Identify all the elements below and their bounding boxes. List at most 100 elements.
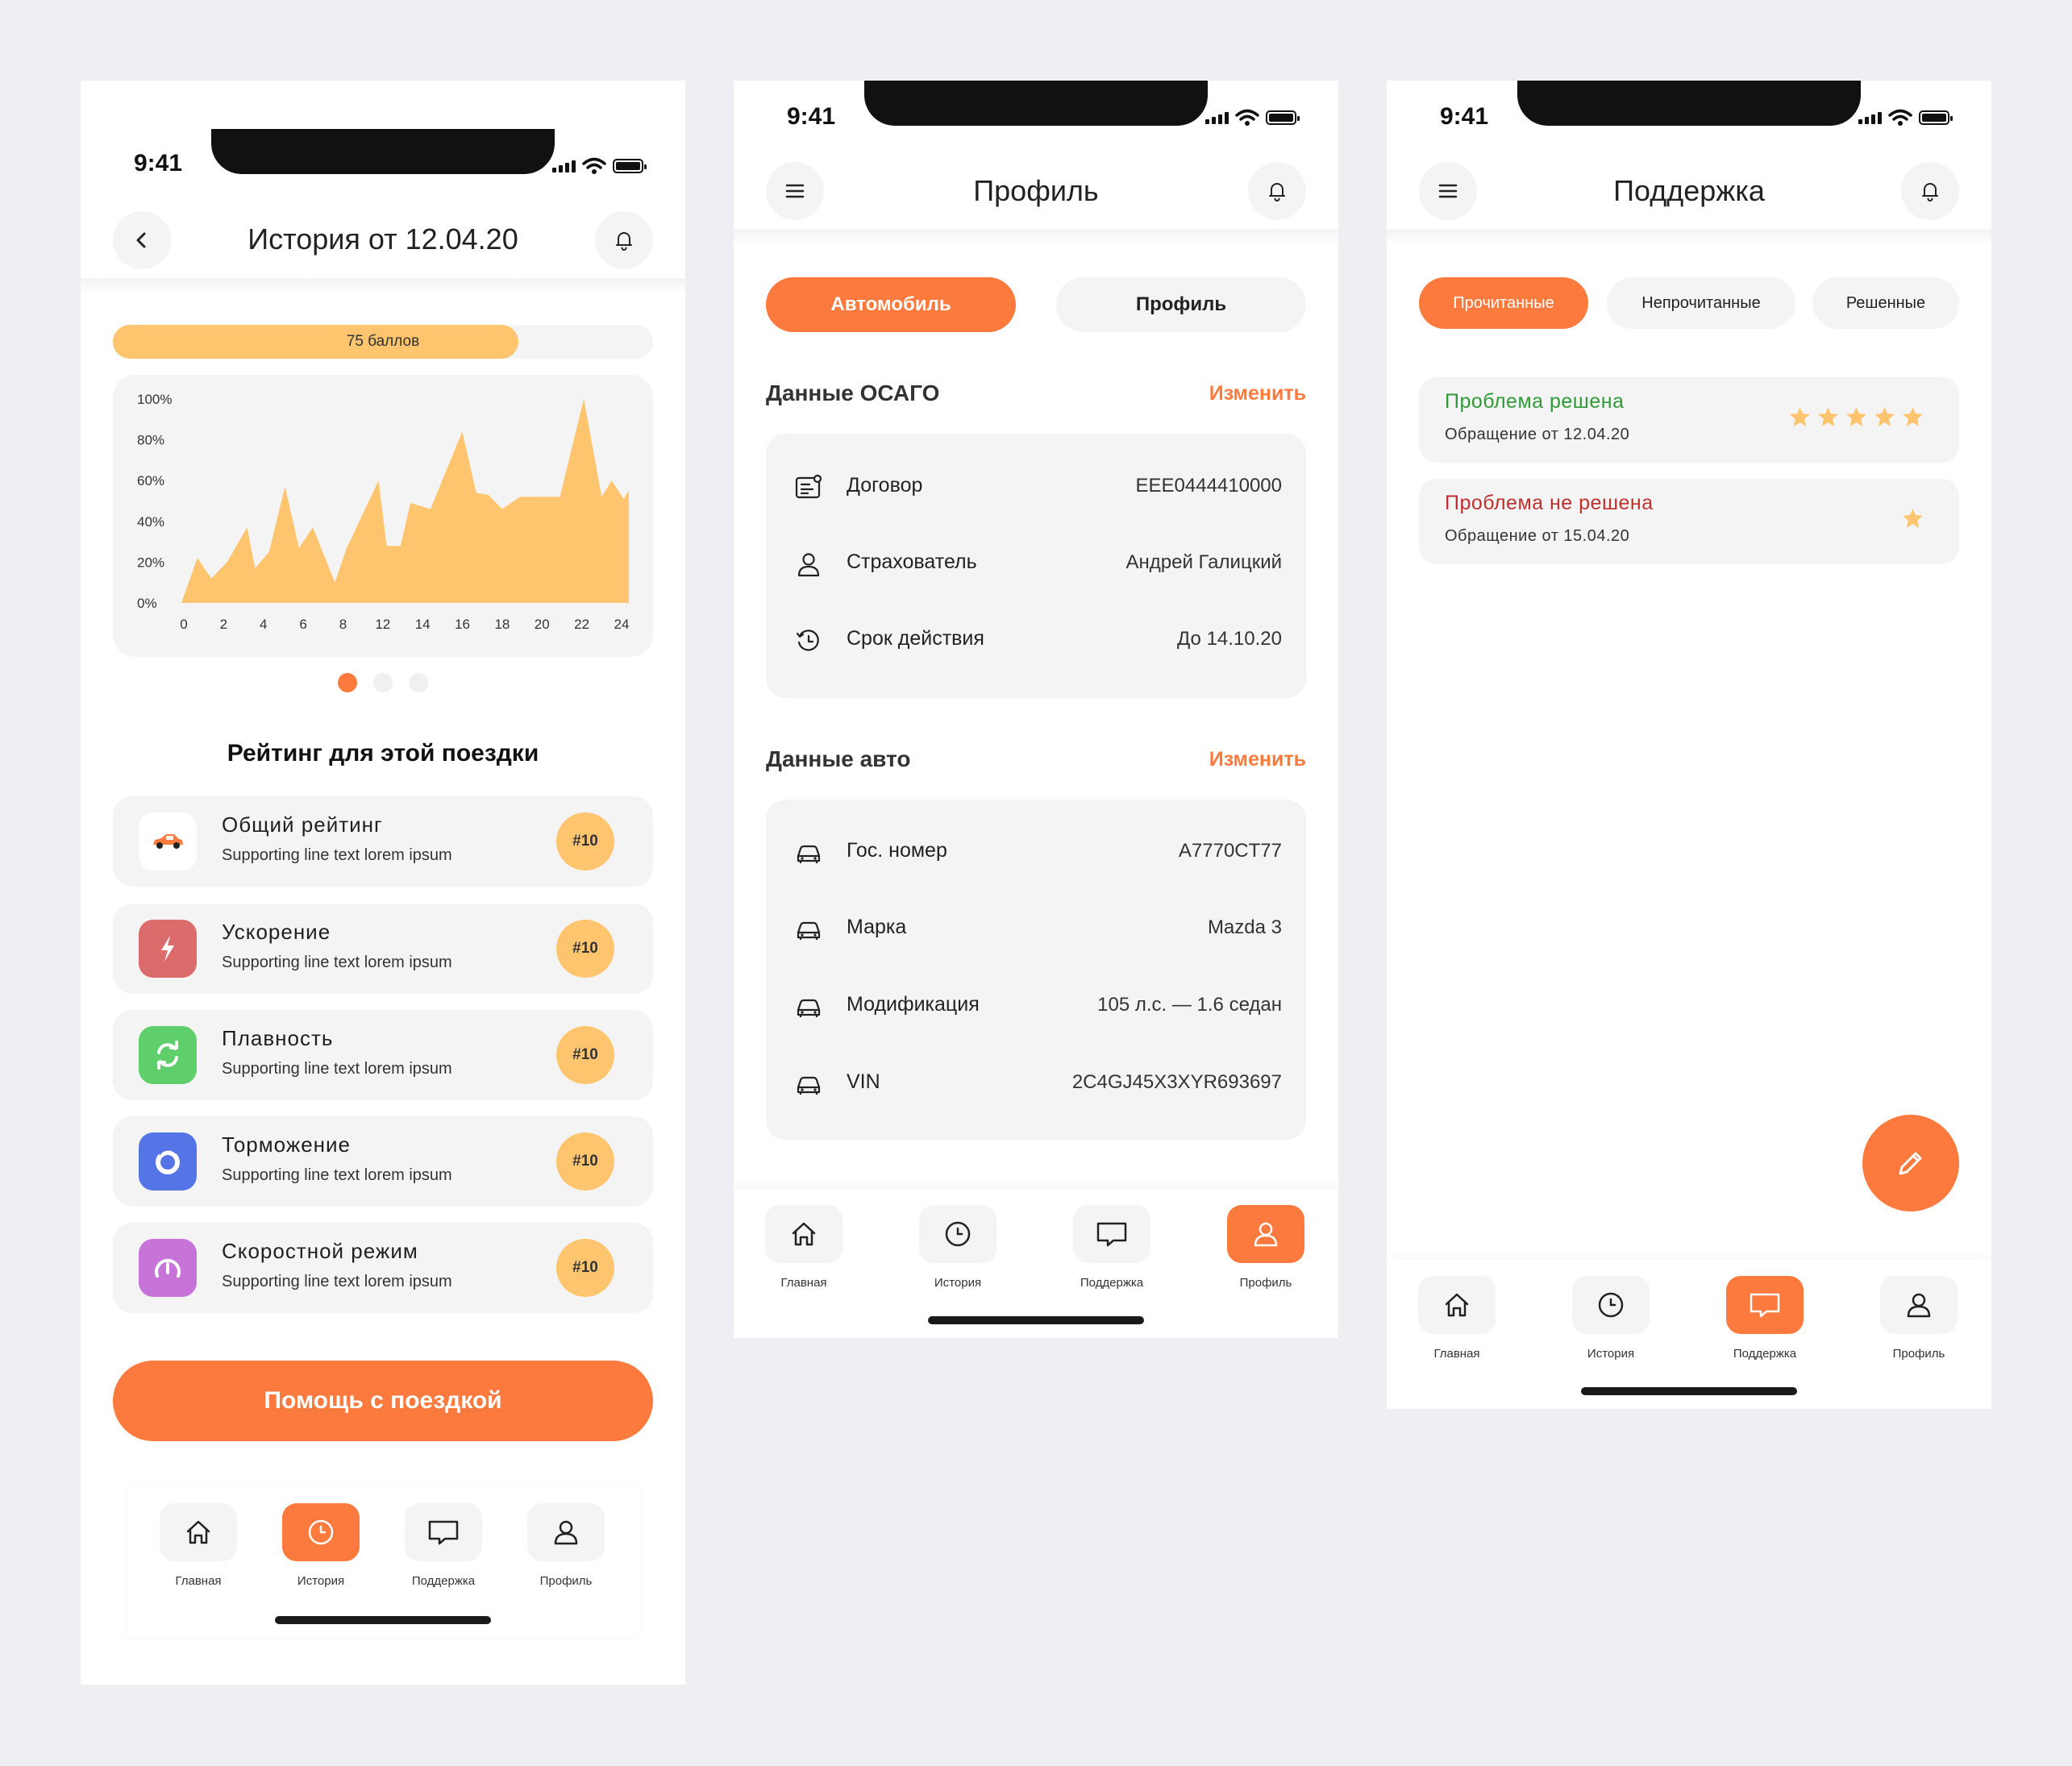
info-value: 105 л.с. — 1.6 седан: [1097, 994, 1282, 1016]
bell-icon: [1269, 183, 1285, 202]
notification-button[interactable]: [1248, 162, 1306, 220]
x-tick-label: 16: [455, 617, 470, 632]
nav-profile[interactable]: Профиль: [1880, 1276, 1958, 1361]
nav-support[interactable]: Поддержка: [1073, 1205, 1150, 1290]
y-tick-label: 100%: [137, 392, 172, 407]
rating-item-braking[interactable]: Торможение Supporting line text lorem ip…: [113, 1116, 653, 1207]
carousel-dot[interactable]: [338, 673, 357, 692]
info-value: Андрей Галицкий: [1125, 551, 1283, 573]
car-edit-link[interactable]: Изменить: [1209, 748, 1306, 771]
nav-profile[interactable]: Профиль: [1227, 1205, 1304, 1290]
info-row-vin: VIN 2C4GJ45X3XYR693697: [766, 1059, 1306, 1107]
notification-button[interactable]: [595, 211, 653, 269]
filter-unread[interactable]: Непрочитанные: [1607, 277, 1795, 329]
info-row-plate: Гос. номер A7770CT77: [766, 828, 1306, 876]
y-tick-label: 60%: [137, 473, 164, 488]
home-icon: [792, 1222, 816, 1246]
nav-history[interactable]: История: [1572, 1276, 1650, 1361]
refresh-icon: [139, 1026, 197, 1084]
wifi-icon: [1235, 109, 1259, 126]
rating-title: Плавность: [222, 1026, 334, 1050]
support-screen: 9:41 Поддержка Прочитанные Непрочитанные…: [1387, 81, 1991, 1409]
carousel-dots[interactable]: [81, 673, 685, 692]
nav-label: Главная: [780, 1276, 827, 1290]
car-icon: [797, 845, 821, 863]
carousel-dot[interactable]: [409, 673, 428, 692]
filter-resolved[interactable]: Решенные: [1812, 277, 1959, 329]
nav-history[interactable]: История: [282, 1503, 360, 1588]
rating-item-speed-mode[interactable]: Скоростной режим Supporting line text lo…: [113, 1223, 653, 1313]
carousel-dot[interactable]: [373, 673, 393, 692]
nav-support[interactable]: Поддержка: [1726, 1276, 1804, 1361]
battery-icon: [613, 159, 647, 173]
tab-car[interactable]: Автомобиль: [766, 277, 1016, 332]
status-time: 9:41: [787, 103, 836, 130]
info-row-insurer: Страхователь Андрей Галицкий: [766, 539, 1306, 588]
rating-title: Торможение: [222, 1132, 352, 1157]
chart-card[interactable]: 100% 80% 60% 40% 20% 0% 0 2 4 6 8 12 14 16 18 20 22 24: [113, 375, 653, 657]
rating-section-title: Рейтинг для этой поездки: [227, 740, 539, 767]
info-value: Mazda 3: [1207, 916, 1282, 938]
info-label: Модификация: [847, 993, 980, 1016]
nav-profile[interactable]: Профиль: [527, 1503, 605, 1588]
notch: [864, 81, 1208, 126]
car-icon: [797, 921, 821, 940]
star-icon: [1790, 407, 1810, 426]
notch: [211, 129, 555, 174]
ticket-item[interactable]: Проблема решена Обращение от 12.04.20: [1419, 377, 1959, 463]
help-with-trip-button[interactable]: Помощь с поездкой: [113, 1361, 653, 1441]
nav-label: История: [297, 1574, 345, 1588]
bell-icon: [616, 232, 632, 251]
bell-icon: [1922, 183, 1938, 202]
nav-home[interactable]: Главная: [765, 1205, 843, 1290]
x-tick-label: 6: [299, 617, 306, 632]
new-ticket-button[interactable]: [1862, 1115, 1959, 1211]
nav-home[interactable]: Главная: [1418, 1276, 1496, 1361]
profile-screen: 9:41 Профиль Автомобиль Профиль Данные О…: [734, 81, 1338, 1338]
ticket-item[interactable]: Проблема не решена Обращение от 15.04.20: [1419, 479, 1959, 564]
status-time: 9:41: [134, 150, 183, 177]
rating-subtitle: Supporting line text lorem ipsum: [222, 846, 452, 864]
rating-badge: #10: [556, 1132, 614, 1190]
info-value: 2C4GJ45X3XYR693697: [1071, 1071, 1282, 1093]
osago-edit-link[interactable]: Изменить: [1209, 382, 1306, 405]
info-label: Срок действия: [847, 627, 984, 650]
info-label: Договор: [847, 474, 923, 497]
header-shadow: [734, 229, 1338, 245]
nav-history[interactable]: История: [919, 1205, 996, 1290]
rating-badge: #10: [556, 920, 614, 978]
clock-icon: [945, 1221, 971, 1247]
rating-subtitle: Supporting line text lorem ipsum: [222, 1273, 452, 1290]
status-icons: [552, 157, 647, 175]
nav-label: Поддержка: [411, 1574, 476, 1588]
user-icon: [1907, 1293, 1931, 1318]
rating-item-acceleration[interactable]: Ускорение Supporting line text lorem ips…: [113, 904, 653, 994]
nav-label: Поддержка: [1733, 1347, 1797, 1361]
x-tick-label: 12: [375, 617, 390, 632]
info-row-brand: Марка Mazda 3: [766, 904, 1306, 953]
filter-read[interactable]: Прочитанные: [1419, 277, 1588, 329]
notification-button[interactable]: [1901, 162, 1959, 220]
info-row-validity: Срок действия До 14.10.20: [766, 616, 1306, 664]
rating-subtitle: Supporting line text lorem ipsum: [222, 954, 452, 971]
x-tick-label: 0: [180, 617, 187, 632]
nav-label: Поддержка: [1080, 1276, 1144, 1290]
home-indicator: [928, 1316, 1144, 1324]
header-shadow: [1387, 229, 1991, 245]
osago-heading: Данные ОСАГО: [766, 380, 940, 405]
star-icon: [1903, 509, 1923, 528]
status-icons: [1858, 109, 1953, 127]
rating-item-smoothness[interactable]: Плавность Supporting line text lorem ips…: [113, 1010, 653, 1100]
rating-item-overall[interactable]: Общий рейтинг Supporting line text lorem…: [113, 796, 653, 887]
ticket-status: Проблема решена: [1445, 390, 1625, 413]
home-indicator: [1581, 1387, 1797, 1395]
tab-profile[interactable]: Профиль: [1056, 277, 1306, 332]
info-label: VIN: [847, 1070, 880, 1093]
nav-home[interactable]: Главная: [160, 1503, 237, 1588]
nav-support[interactable]: Поддержка: [405, 1503, 482, 1588]
brake-icon: [139, 1132, 197, 1190]
info-label: Гос. номер: [847, 839, 947, 862]
score-progress-bar: 75 баллов: [113, 325, 653, 359]
home-icon: [1445, 1293, 1469, 1317]
car-icon: [797, 999, 821, 1017]
